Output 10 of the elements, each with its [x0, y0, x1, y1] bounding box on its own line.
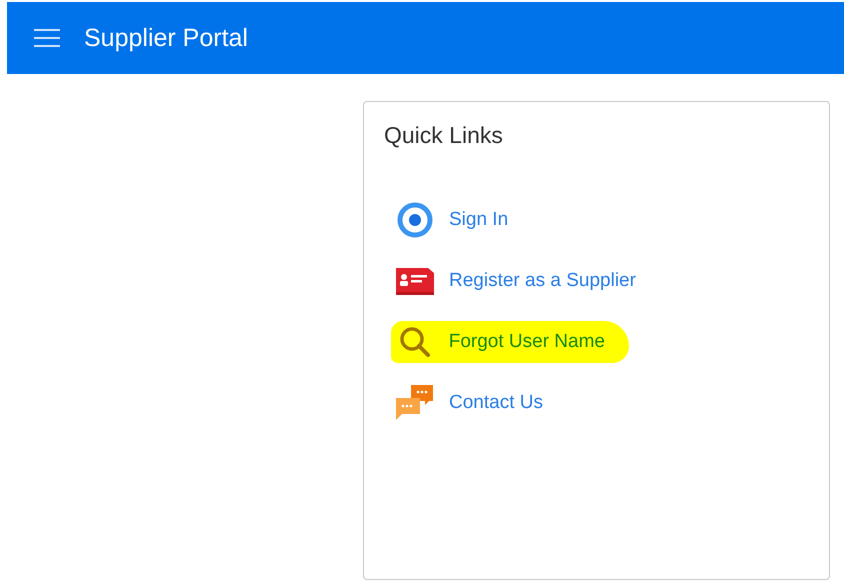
quick-link[interactable]: Forgot User Name	[448, 325, 629, 359]
menu-button[interactable]	[33, 28, 61, 48]
app-title: Supplier Portal	[84, 24, 248, 52]
quick-link[interactable]: Contact Us	[449, 386, 567, 420]
card-title: Quick Links	[384, 122, 504, 149]
quick-link[interactable]: Sign In	[449, 203, 532, 237]
radio-target-icon	[396, 201, 434, 239]
chat-bubbles-icon	[395, 384, 435, 422]
quick-link[interactable]: Register as a Supplier	[449, 264, 660, 298]
id-card-icon	[395, 266, 435, 296]
